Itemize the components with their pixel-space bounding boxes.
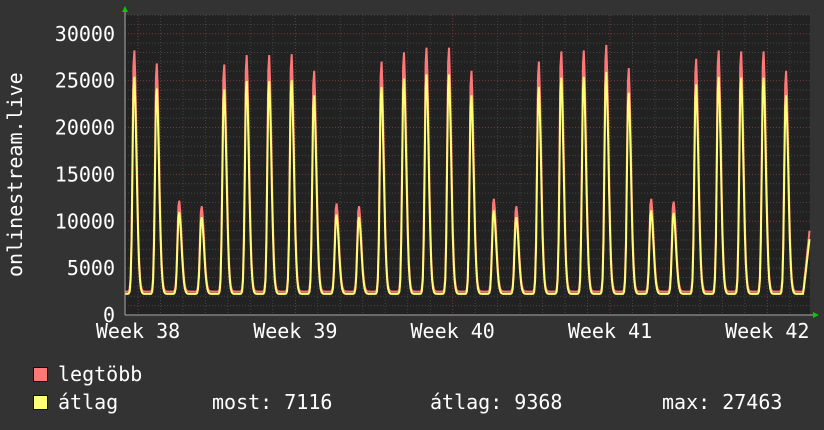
- legend-swatch-avg: [33, 395, 48, 410]
- x-tick-label: Week 40: [411, 319, 495, 343]
- legend-avg-label: átlag: [58, 390, 119, 414]
- y-tick-label: 15000: [55, 162, 115, 186]
- y-tick-label: 5000: [67, 256, 115, 280]
- x-tick-label: Week 42: [725, 319, 809, 343]
- rrd-graph: 0 5000 10000 15000 20000 25000 30000 Week 38 Wee…: [0, 0, 824, 430]
- y-tick-label: 25000: [55, 69, 115, 93]
- y-axis-label: onlinestream.live: [3, 72, 27, 277]
- legend-swatch-max: [33, 367, 48, 382]
- y-tick-label: 20000: [55, 116, 115, 140]
- y-tick-label: 30000: [55, 22, 115, 46]
- legend-now-value: most: 7116: [212, 390, 333, 414]
- y-tick-label: 10000: [55, 209, 115, 233]
- x-axis-arrow-icon: [813, 312, 819, 318]
- legend-avg-value: átlag: 9368: [430, 390, 563, 414]
- y-axis-arrow-icon: [122, 6, 128, 12]
- x-tick-label: Week 41: [568, 319, 652, 343]
- legend-max-label: legtöbb: [58, 362, 143, 386]
- legend-max-value: max: 27463: [662, 390, 783, 414]
- x-tick-label: Week 38: [96, 319, 180, 343]
- x-tick-label: Week 39: [253, 319, 337, 343]
